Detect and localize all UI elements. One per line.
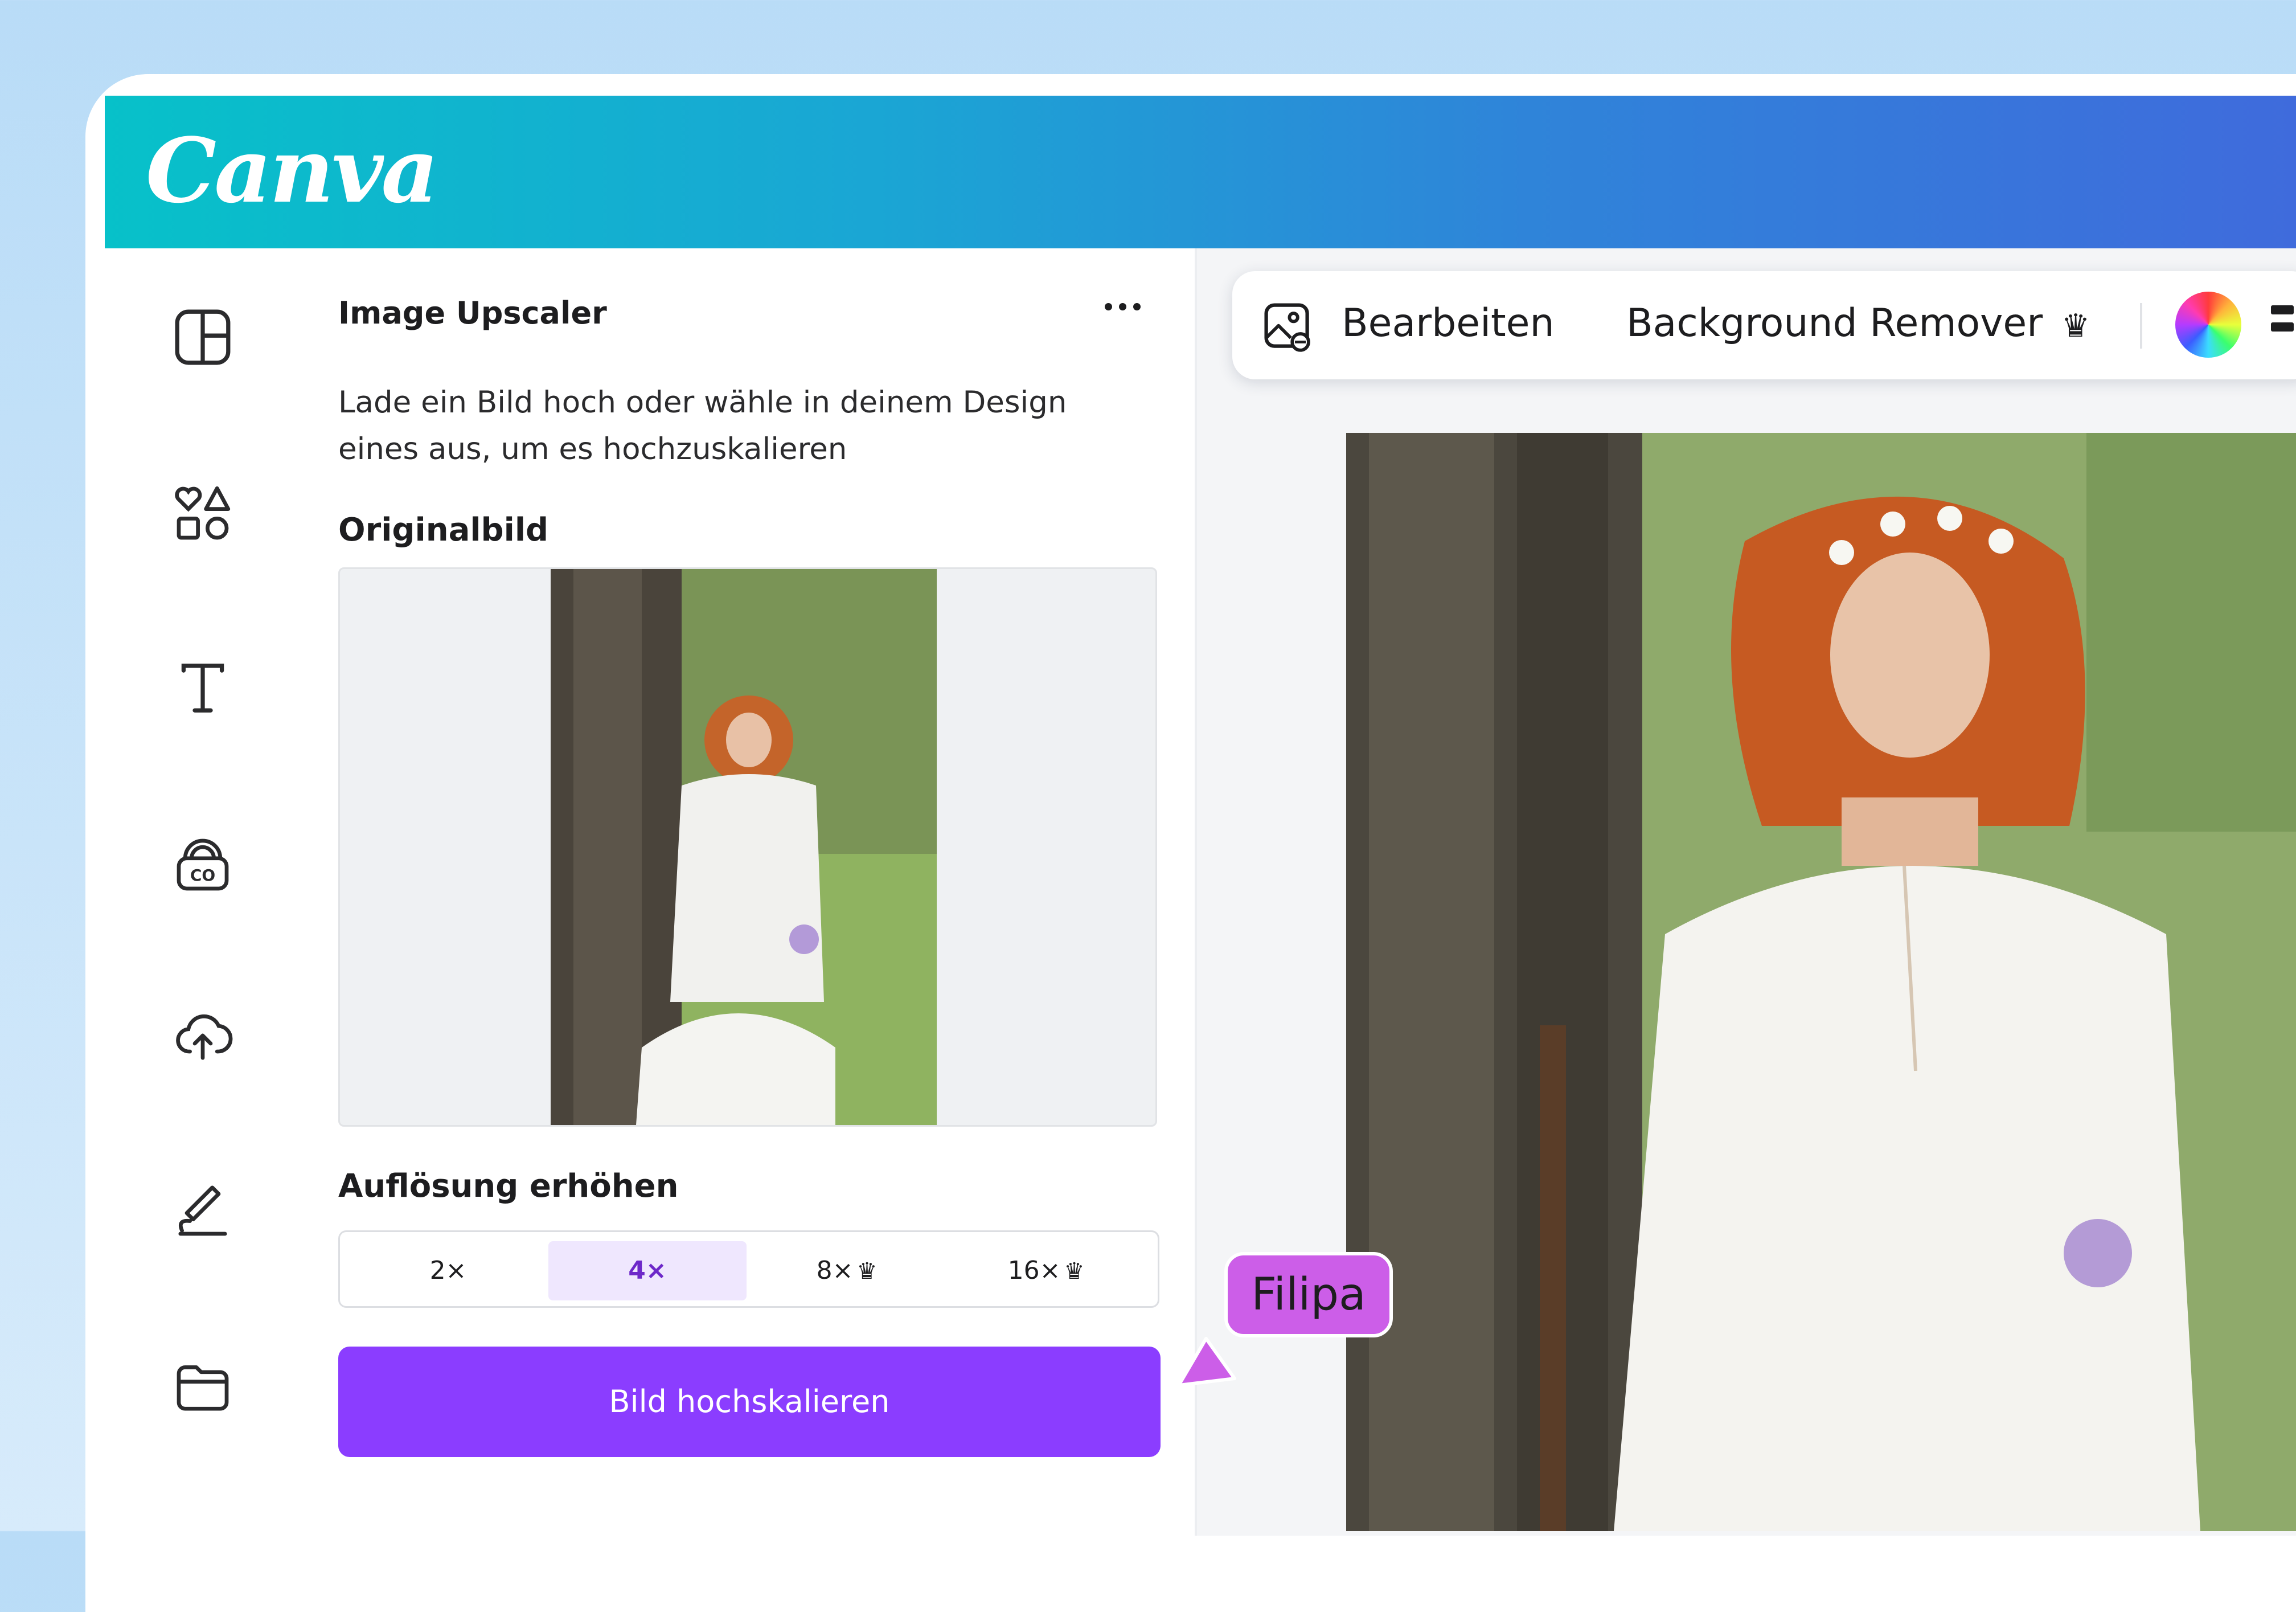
app-header: Canva <box>105 96 2296 248</box>
projects-icon[interactable] <box>171 1355 235 1418</box>
background-remover-button[interactable]: Background Remover <box>1626 301 2043 346</box>
svg-text:CO: CO <box>190 866 215 885</box>
floating-toolbar: Bearbeiten Background Remover ♛ <box>1232 271 2296 379</box>
edit-image-icon[interactable] <box>1261 300 1315 354</box>
option-4x[interactable]: 4× <box>548 1241 747 1300</box>
elements-icon[interactable] <box>171 482 235 546</box>
text-icon[interactable] <box>171 656 235 720</box>
option-16x-label: 16× <box>1007 1256 1061 1285</box>
collaborator-name-tag: Filipa <box>1224 1252 1393 1337</box>
resolution-label: Auflösung erhöhen <box>338 1168 679 1205</box>
panel-description: Lade ein Bild hoch oder wähle in deinem … <box>338 385 1067 467</box>
option-4x-label: 4× <box>628 1256 667 1285</box>
design-photo[interactable] <box>1346 433 2296 1531</box>
color-picker-icon[interactable] <box>2175 292 2241 358</box>
more-options-button[interactable] <box>1105 302 1156 330</box>
option-2x[interactable]: 2× <box>349 1241 547 1300</box>
uploads-icon[interactable] <box>171 1004 235 1067</box>
option-8x[interactable]: 8× ♛ <box>748 1241 946 1300</box>
resolution-selector: 2× 4× 8× ♛ 16× ♛ <box>338 1230 1159 1308</box>
dot-icon <box>1133 303 1141 310</box>
dot-icon <box>1119 303 1126 310</box>
brand-icon[interactable]: CO <box>171 833 235 897</box>
canva-logo[interactable]: Canva <box>146 118 438 223</box>
original-image-label: Originalbild <box>338 512 549 549</box>
layout-icon[interactable] <box>171 305 235 369</box>
option-8x-label: 8× <box>816 1256 854 1285</box>
draw-icon[interactable] <box>171 1178 235 1242</box>
crown-icon: ♛ <box>1064 1258 1085 1284</box>
original-image-frame[interactable] <box>338 567 1157 1127</box>
crown-icon: ♛ <box>856 1258 878 1284</box>
collaborator-cursor-icon <box>1173 1328 1241 1391</box>
more-tools-icon[interactable] <box>2271 305 2294 351</box>
panel-title: Image Upscaler <box>338 295 607 331</box>
option-16x[interactable]: 16× ♛ <box>947 1241 1145 1300</box>
crown-icon: ♛ <box>2061 308 2090 345</box>
dot-icon <box>1105 303 1112 310</box>
toolbar-separator <box>2140 303 2142 349</box>
option-2x-label: 2× <box>429 1256 467 1285</box>
original-image-thumbnail[interactable] <box>551 569 937 1125</box>
upscale-image-button[interactable]: Bild hochskalieren <box>338 1347 1161 1457</box>
edit-button[interactable]: Bearbeiten <box>1342 301 1555 346</box>
